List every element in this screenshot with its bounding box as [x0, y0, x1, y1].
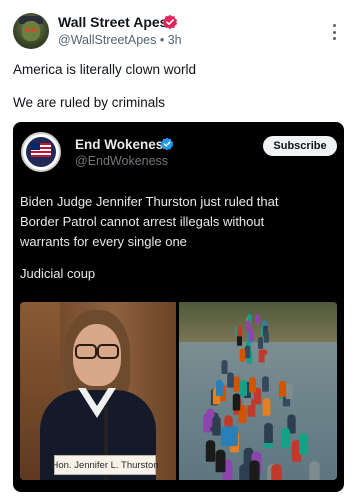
crowd-person-shape [262, 376, 270, 392]
crowd-person-shape [262, 397, 271, 416]
crowd-person-shape [236, 325, 242, 337]
quoted-author-handle[interactable]: @EndWokeness [75, 154, 168, 168]
more-options-dot [332, 30, 336, 34]
quoted-author-name[interactable]: End Wokeness [75, 137, 171, 152]
crowd-person-shape [239, 380, 247, 397]
quoted-text-line: Border Patrol cannot arrest illegals wit… [20, 214, 265, 229]
author-avatar[interactable] [13, 13, 49, 49]
verified-badge-icon [160, 137, 174, 151]
crowd-person-shape [286, 383, 294, 400]
quoted-media[interactable]: Hon. Jennifer L. Thurston [13, 302, 344, 492]
post-text-line: We are ruled by criminals [13, 95, 166, 110]
glasses-icon [75, 344, 119, 359]
judge-photo[interactable]: Hon. Jennifer L. Thurston [20, 302, 176, 480]
crowd-person-shape [281, 427, 291, 449]
quoted-post[interactable]: End Wokeness @EndWokeness Subscribe Bide… [13, 122, 344, 492]
verified-badge-icon [162, 14, 178, 30]
more-options-dot [332, 37, 336, 40]
avatar-eye-shape [25, 28, 30, 32]
crowd-person-shape [264, 331, 270, 343]
crowd-person-shape [270, 464, 282, 480]
quoted-text-line: warrants for every single one [20, 234, 187, 249]
quoted-author-avatar[interactable] [21, 132, 61, 172]
river-crossing-photo[interactable] [179, 302, 337, 480]
crowd-person-shape [249, 329, 255, 342]
crowd-person-shape [232, 393, 240, 411]
crowd-person-shape [215, 450, 226, 473]
quoted-text-line: Biden Judge Jennifer Thurston just ruled… [20, 194, 279, 209]
crowd-person-shape [248, 376, 256, 393]
crowd-person-shape [258, 336, 264, 349]
crowd-person-shape [216, 380, 224, 397]
post-text-line: America is literally clown world [13, 62, 197, 77]
crowd-person-shape [244, 346, 251, 359]
crowd-person-shape [263, 422, 273, 443]
crowd-person-shape [239, 348, 246, 362]
nameplate-caption: Hon. Jennifer L. Thurston [51, 455, 159, 475]
more-options-icon[interactable] [326, 22, 342, 42]
avatar-flag-shape [31, 143, 51, 157]
crowd-person-shape [212, 416, 221, 436]
author-name[interactable]: Wall Street Apes [58, 14, 167, 30]
crowd-person-shape [226, 372, 234, 388]
crowd-person-shape [278, 381, 286, 398]
crowd-person-shape [249, 459, 260, 480]
subscribe-button[interactable]: Subscribe [263, 136, 337, 156]
crowd-person-shape [309, 461, 320, 480]
crowd-person-shape [205, 440, 215, 462]
author-handle-time[interactable]: @WallStreetApes • 3h [58, 33, 182, 47]
crowd-person-shape [255, 314, 261, 325]
more-options-dot [332, 24, 336, 27]
post-card: Wall Street Apes @WallStreetApes • 3h Am… [0, 0, 357, 500]
crowd-person-shape [221, 359, 228, 374]
crowd-person-shape [229, 426, 239, 447]
quoted-text-line: Judicial coup [20, 266, 96, 281]
crowd-person-shape [246, 321, 252, 332]
crowd-person-shape [264, 354, 271, 368]
avatar-eye-shape [32, 28, 37, 32]
crowd-person-shape [298, 433, 308, 455]
